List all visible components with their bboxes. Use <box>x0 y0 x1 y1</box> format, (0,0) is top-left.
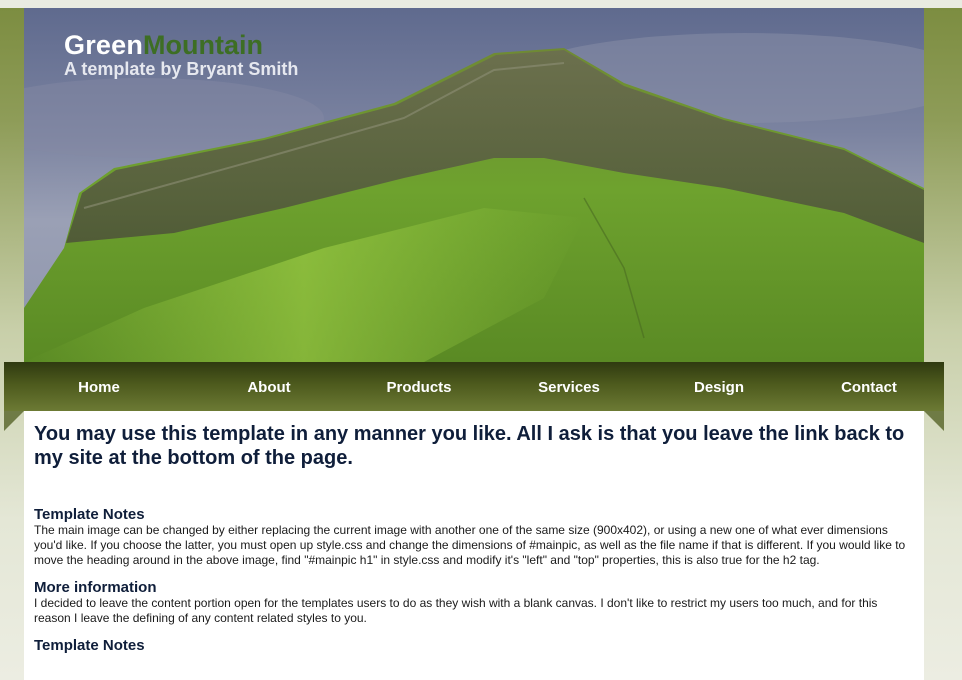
site-logo[interactable]: GreenMountain A template by Bryant Smith <box>64 30 298 80</box>
content-section: Template Notes <box>34 638 914 654</box>
content-section: More information I decided to leave the … <box>34 580 914 626</box>
nav-products[interactable]: Products <box>344 362 494 411</box>
nav-about[interactable]: About <box>194 362 344 411</box>
section-body: I decided to leave the content portion o… <box>34 596 878 625</box>
logo-mountain: Mountain <box>143 30 264 60</box>
main-content: You may use this template in any manner … <box>34 422 914 654</box>
nav-contact[interactable]: Contact <box>794 362 944 411</box>
nav-fold-right <box>924 411 944 431</box>
section-title: Template Notes <box>34 637 145 654</box>
content-section: Template Notes The main image can be cha… <box>34 507 914 568</box>
nav-fold-left <box>4 411 24 431</box>
logo-green: Green <box>64 30 144 60</box>
top-strip <box>0 0 962 8</box>
nav-services[interactable]: Services <box>494 362 644 411</box>
section-title: Template Notes <box>34 506 145 523</box>
main-navigation: Home About Products Services Design Cont… <box>4 362 944 411</box>
section-title: More information <box>34 579 157 596</box>
nav-home[interactable]: Home <box>4 362 194 411</box>
page-headline: You may use this template in any manner … <box>34 423 905 469</box>
nav-design[interactable]: Design <box>644 362 794 411</box>
site-subtitle: A template by Bryant Smith <box>64 59 299 79</box>
header-image: GreenMountain A template by Bryant Smith <box>24 8 924 362</box>
section-body: The main image can be changed by either … <box>34 523 906 567</box>
